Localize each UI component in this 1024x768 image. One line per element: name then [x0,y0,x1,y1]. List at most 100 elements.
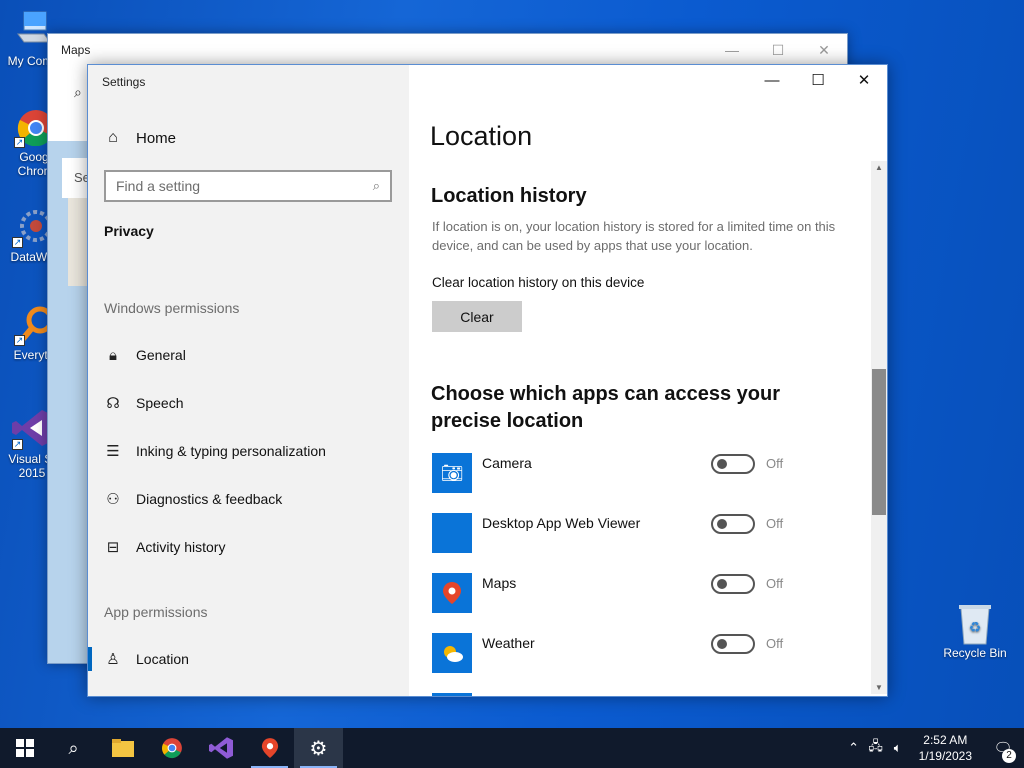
app-row-partial [432,693,852,696]
desktop-app-web-viewer-location-toggle[interactable] [711,514,755,534]
scroll-up-arrow[interactable]: ▲ [871,163,887,172]
gear-icon: ⚙ [309,737,328,760]
taskbar-file-explorer[interactable] [98,728,147,768]
sidebar-item-label: General [136,347,186,363]
settings-window[interactable]: Settings ⌂ Home ⌕ Privacy Windows permis… [87,64,888,697]
section-windows-permissions: Windows permissions [104,300,240,316]
sidebar-item-label: Activity history [136,539,226,555]
maps-minimize-button[interactable]: — [709,34,755,66]
lock-icon: 🔒︎ [109,346,117,364]
maps-maximize-button[interactable]: ☐ [755,34,801,66]
clock-date: 1/19/2023 [918,749,972,763]
network-icon[interactable]: 🖧︎ [865,737,887,759]
windows-logo-icon [15,739,34,757]
app-name: Camera [482,455,532,471]
section-app-permissions: App permissions [104,604,208,620]
recycle-bin-icon: ♻ [955,602,995,645]
taskbar-search-button[interactable]: ⌕ [49,728,98,768]
settings-sidebar: Settings ⌂ Home ⌕ Privacy Windows permis… [88,65,409,696]
toggle-state: Off [766,576,784,591]
sidebar-item-label: Location [136,651,189,667]
app-name: Weather [482,635,535,651]
app-row-camera: 📷︎ Camera Off [432,453,852,493]
svg-text:♻: ♻ [969,619,982,635]
scroll-down-arrow[interactable]: ▼ [871,683,887,692]
weather-icon [432,633,472,673]
sidebar-item-location[interactable]: ♙ Location [88,639,409,679]
sidebar-item-label: Speech [136,395,184,411]
page-title: Location [430,121,533,151]
weather-location-toggle[interactable] [711,634,755,654]
notification-count-badge: 2 [1002,749,1016,763]
find-setting-search[interactable]: ⌕ [104,170,392,202]
sidebar-item-inking-typing[interactable]: ☰ Inking & typing personalization [88,431,409,471]
datawarrior-icon: ↗ [12,206,52,248]
camera-icon: 📷︎ [432,453,472,493]
volume-icon[interactable]: 🔈︎ [887,740,909,756]
search-icon[interactable]: ⌕ [373,178,380,194]
content-scrollbar[interactable]: ▲ ▼ [871,161,887,694]
timeline-icon: ⊟ [106,539,120,556]
desktop-icon-recycle-bin[interactable]: ♻ Recycle Bin [940,602,1010,660]
category-title: Privacy [104,223,154,239]
folder-icon [111,739,134,757]
taskbar-visual-studio[interactable] [196,728,245,768]
visual-studio-icon [208,737,233,759]
home-nav-item[interactable]: ⌂ Home [104,129,176,147]
computer-icon [10,10,51,50]
maps-icon [432,573,472,613]
speech-icon: ☊ [106,395,120,412]
app-name: Desktop App Web Viewer [482,515,641,531]
start-button[interactable] [0,728,49,768]
sidebar-item-speech[interactable]: ☊ Speech [88,383,409,423]
taskbar-maps[interactable] [245,728,294,768]
app-row-maps: Maps Off [432,573,852,613]
maps-location-toggle[interactable] [711,574,755,594]
visual-studio-icon: ↗ [12,408,52,450]
close-button[interactable]: ✕ [841,65,887,97]
blank-app-icon [432,513,472,553]
sidebar-item-general[interactable]: 🔒︎ General [88,335,409,375]
desktop-icon-label: Recycle Bin [943,646,1007,660]
minimize-button[interactable]: — [749,65,795,97]
home-label: Home [136,129,177,147]
sidebar-item-label: Inking & typing personalization [136,443,326,459]
sidebar-item-activity-history[interactable]: ⊟ Activity history [88,527,409,567]
window-title: Settings [102,75,146,89]
clipboard-icon: ☰ [106,443,120,460]
maps-toolbar: ⌕ [48,66,88,141]
feedback-icon: ⚇ [106,491,120,508]
maps-search-icon[interactable]: ⌕ [74,84,82,101]
maps-close-button[interactable]: ✕ [801,34,847,66]
toggle-state: Off [766,636,784,651]
clock[interactable]: 2:52 AM 1/19/2023 [909,732,982,764]
app-name: Maps [482,575,517,591]
sidebar-item-diagnostics[interactable]: ⚇ Diagnostics & feedback [88,479,409,519]
find-setting-input[interactable] [116,178,373,194]
camera-location-toggle[interactable] [711,454,755,474]
taskbar-settings[interactable]: ⚙ [294,728,343,768]
clear-history-label: Clear location history on this device [432,275,645,290]
maps-titlebar[interactable]: Maps — ☐ ✕ [48,34,847,66]
system-tray: ⌃ 🖧︎ 🔈︎ 2:52 AM 1/19/2023 🗨︎ 2 [843,728,1024,768]
location-icon: ♙ [106,651,120,668]
maps-window-title: Maps [61,43,91,57]
search-icon: ⌕ [68,737,79,758]
action-center-button[interactable]: 🗨︎ 2 [982,739,1024,763]
maximize-button[interactable]: ☐ [795,65,841,97]
chevron-up-icon[interactable]: ⌃ [843,740,865,756]
scrollbar-thumb[interactable] [872,369,886,515]
toggle-state: Off [766,456,784,471]
toggle-state: Off [766,516,784,531]
apps-access-heading: Choose which apps can access your precis… [431,383,781,432]
taskbar-chrome[interactable] [147,728,196,768]
taskbar: ⌕ ⚙ ⌃ 🖧︎ 🔈︎ 2:52 AM 1/19/2023 🗨︎ 2 [0,728,1024,768]
app-icon [432,693,472,696]
settings-content: — ☐ ✕ Location Location history If locat… [409,65,887,696]
location-history-heading: Location history [431,185,587,207]
maps-icon [261,738,278,758]
clear-history-button[interactable]: Clear [432,301,522,332]
sidebar-item-label: Diagnostics & feedback [136,491,283,507]
app-row-weather: Weather Off [432,633,852,673]
app-row-desktop-app-web-viewer: Desktop App Web Viewer Off [432,513,852,553]
